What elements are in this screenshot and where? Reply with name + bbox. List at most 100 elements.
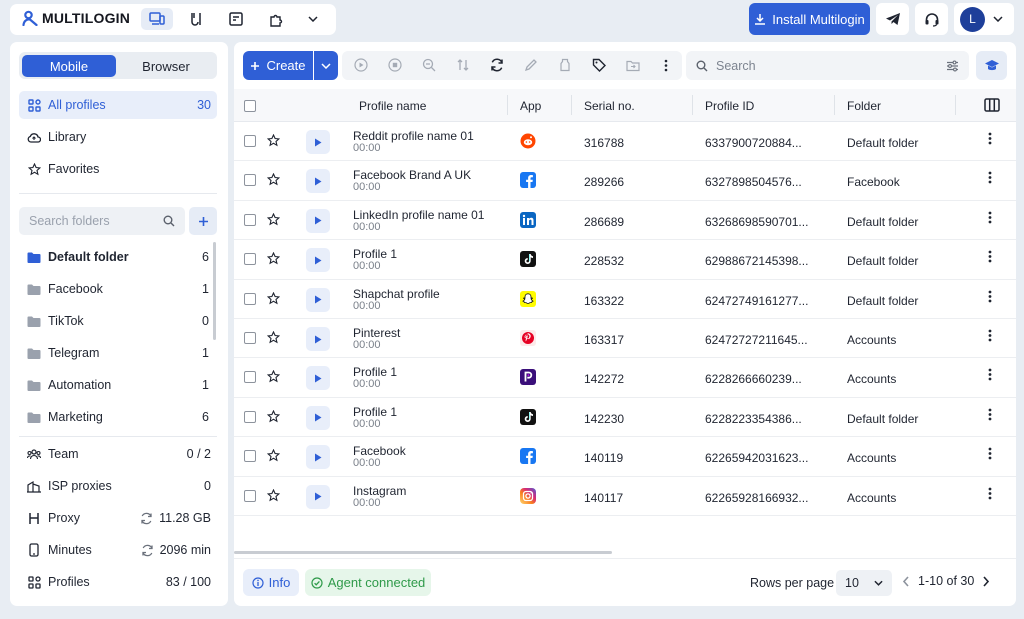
academy-button[interactable] — [976, 51, 1007, 80]
create-dropdown-button[interactable] — [314, 51, 338, 80]
launch-profile-button[interactable] — [306, 405, 330, 430]
row-menu-button[interactable] — [988, 171, 996, 187]
row-menu-button[interactable] — [988, 250, 996, 266]
profile-name[interactable]: LinkedIn profile name 01 — [353, 208, 484, 222]
row-menu-button[interactable] — [988, 408, 996, 424]
column-settings-button[interactable] — [984, 98, 1000, 112]
account-menu[interactable]: L — [954, 3, 1014, 35]
favorite-toggle[interactable] — [267, 488, 280, 502]
row-checkbox[interactable] — [244, 332, 256, 344]
favorite-toggle[interactable] — [267, 134, 280, 147]
search-input[interactable] — [716, 58, 938, 73]
row-menu-button[interactable] — [988, 329, 996, 345]
profile-name[interactable]: Reddit profile name 01 — [353, 129, 474, 143]
info-button[interactable]: Info — [243, 569, 299, 596]
cookie-button[interactable] — [557, 57, 573, 73]
table-row[interactable]: Profile 1 00:00 142272 6228266660239... Acco… — [234, 358, 1016, 398]
folder-search-input[interactable] — [29, 214, 163, 228]
favorite-toggle[interactable] — [267, 370, 280, 383]
row-checkbox[interactable] — [244, 174, 256, 187]
tab-mobile[interactable]: Mobile — [22, 55, 116, 77]
tab-browser[interactable]: Browser — [118, 55, 214, 77]
row-menu-button[interactable] — [988, 132, 996, 148]
favorite-toggle[interactable] — [267, 252, 280, 265]
table-row[interactable]: Facebook Brand A UK 00:00 289266 6327898504… — [234, 161, 1016, 201]
column-header-profile-id[interactable]: Profile ID — [705, 99, 754, 113]
row-checkbox[interactable] — [244, 213, 256, 226]
stat-minutes[interactable]: Minutes 2096 min — [19, 536, 217, 564]
tag-button[interactable] — [591, 57, 607, 73]
launch-profile-button[interactable] — [306, 327, 330, 351]
add-folder-button[interactable] — [189, 207, 217, 235]
row-checkbox[interactable] — [244, 489, 256, 502]
refresh-icon[interactable] — [140, 512, 153, 525]
profile-name[interactable]: Profile 1 — [353, 365, 397, 379]
row-menu-button[interactable] — [988, 487, 996, 503]
analytics-nav-button[interactable] — [180, 8, 212, 30]
column-header-app[interactable]: App — [520, 99, 541, 113]
launch-profile-button[interactable] — [306, 169, 330, 194]
profile-name[interactable]: Instagram — [353, 484, 406, 498]
telegram-button[interactable] — [876, 3, 909, 35]
profile-name[interactable]: Facebook — [353, 444, 406, 458]
agent-status-badge[interactable]: Agent connected — [305, 569, 431, 596]
row-menu-button[interactable] — [988, 368, 996, 384]
devices-nav-button[interactable] — [141, 8, 173, 30]
rows-per-page-select[interactable]: 10 — [836, 570, 892, 596]
stat-profiles[interactable]: Profiles 83 / 100 — [19, 568, 217, 596]
row-menu-button[interactable] — [988, 290, 996, 306]
favorite-toggle[interactable] — [267, 291, 280, 305]
nav-more-button[interactable] — [297, 8, 329, 30]
table-horizontal-scrollbar[interactable] — [234, 551, 612, 554]
favorite-toggle[interactable] — [267, 409, 280, 423]
sidebar-folder[interactable]: Automation 1 — [19, 371, 217, 399]
column-header-serial[interactable]: Serial no. — [584, 99, 635, 113]
start-button[interactable] — [353, 57, 369, 73]
row-menu-button[interactable] — [988, 447, 996, 463]
launch-profile-button[interactable] — [306, 366, 330, 391]
column-header-profile-name[interactable]: Profile name — [359, 99, 426, 113]
table-row[interactable]: Instagram 00:00 140117 62265928166932... Acc… — [234, 477, 1016, 516]
zoom-out-button[interactable] — [421, 57, 437, 73]
favorite-toggle[interactable] — [267, 212, 280, 226]
move-to-folder-button[interactable] — [625, 57, 641, 73]
support-button[interactable] — [915, 3, 948, 35]
folder-scrollbar[interactable] — [213, 242, 216, 340]
sidebar-folder[interactable]: Facebook 1 — [19, 275, 217, 303]
table-row[interactable]: LinkedIn profile name 01 00:00 286689 63268… — [234, 201, 1016, 241]
table-row[interactable]: Pinterest 00:00 163317 62472727211645... Acc… — [234, 319, 1016, 359]
favorite-toggle[interactable] — [267, 449, 280, 462]
table-row[interactable]: Reddit profile name 01 00:00 316788 6337900… — [234, 122, 1016, 162]
row-menu-button[interactable] — [988, 211, 996, 227]
launch-profile-button[interactable] — [306, 208, 330, 233]
filter-icon[interactable] — [946, 60, 959, 72]
sidebar-item-all-profiles[interactable]: All profiles 30 — [19, 91, 217, 119]
row-checkbox[interactable] — [244, 135, 256, 147]
row-checkbox[interactable] — [244, 371, 256, 384]
favorite-toggle[interactable] — [267, 331, 280, 344]
sidebar-item-library[interactable]: Library — [19, 123, 217, 151]
refresh-icon[interactable] — [141, 544, 154, 557]
create-button[interactable]: Create — [243, 51, 313, 80]
launch-profile-button[interactable] — [306, 445, 330, 470]
launch-profile-button[interactable] — [306, 130, 330, 154]
folder-search[interactable] — [19, 207, 185, 235]
sidebar-folder[interactable]: Marketing 6 — [19, 403, 217, 431]
profile-search[interactable] — [686, 51, 969, 80]
profile-name[interactable]: Facebook Brand A UK — [353, 168, 471, 182]
row-checkbox[interactable] — [244, 410, 256, 423]
chevron-left-icon[interactable] — [902, 575, 910, 587]
profile-name[interactable]: Shapchat profile — [353, 287, 440, 301]
table-row[interactable]: Profile 1 00:00 142230 6228223354386... Defa… — [234, 398, 1016, 438]
select-all-checkbox[interactable] — [244, 100, 256, 112]
stop-button[interactable] — [387, 57, 403, 73]
transfer-button[interactable] — [455, 57, 471, 73]
row-checkbox[interactable] — [244, 292, 256, 305]
row-checkbox[interactable] — [244, 253, 256, 266]
more-actions-button[interactable] — [658, 57, 674, 73]
api-nav-button[interactable] — [220, 8, 252, 30]
sidebar-folder[interactable]: Default folder 6 — [19, 243, 217, 271]
sidebar-folder[interactable]: TikTok 0 — [19, 307, 217, 335]
row-checkbox[interactable] — [244, 450, 256, 463]
favorite-toggle[interactable] — [267, 173, 280, 186]
